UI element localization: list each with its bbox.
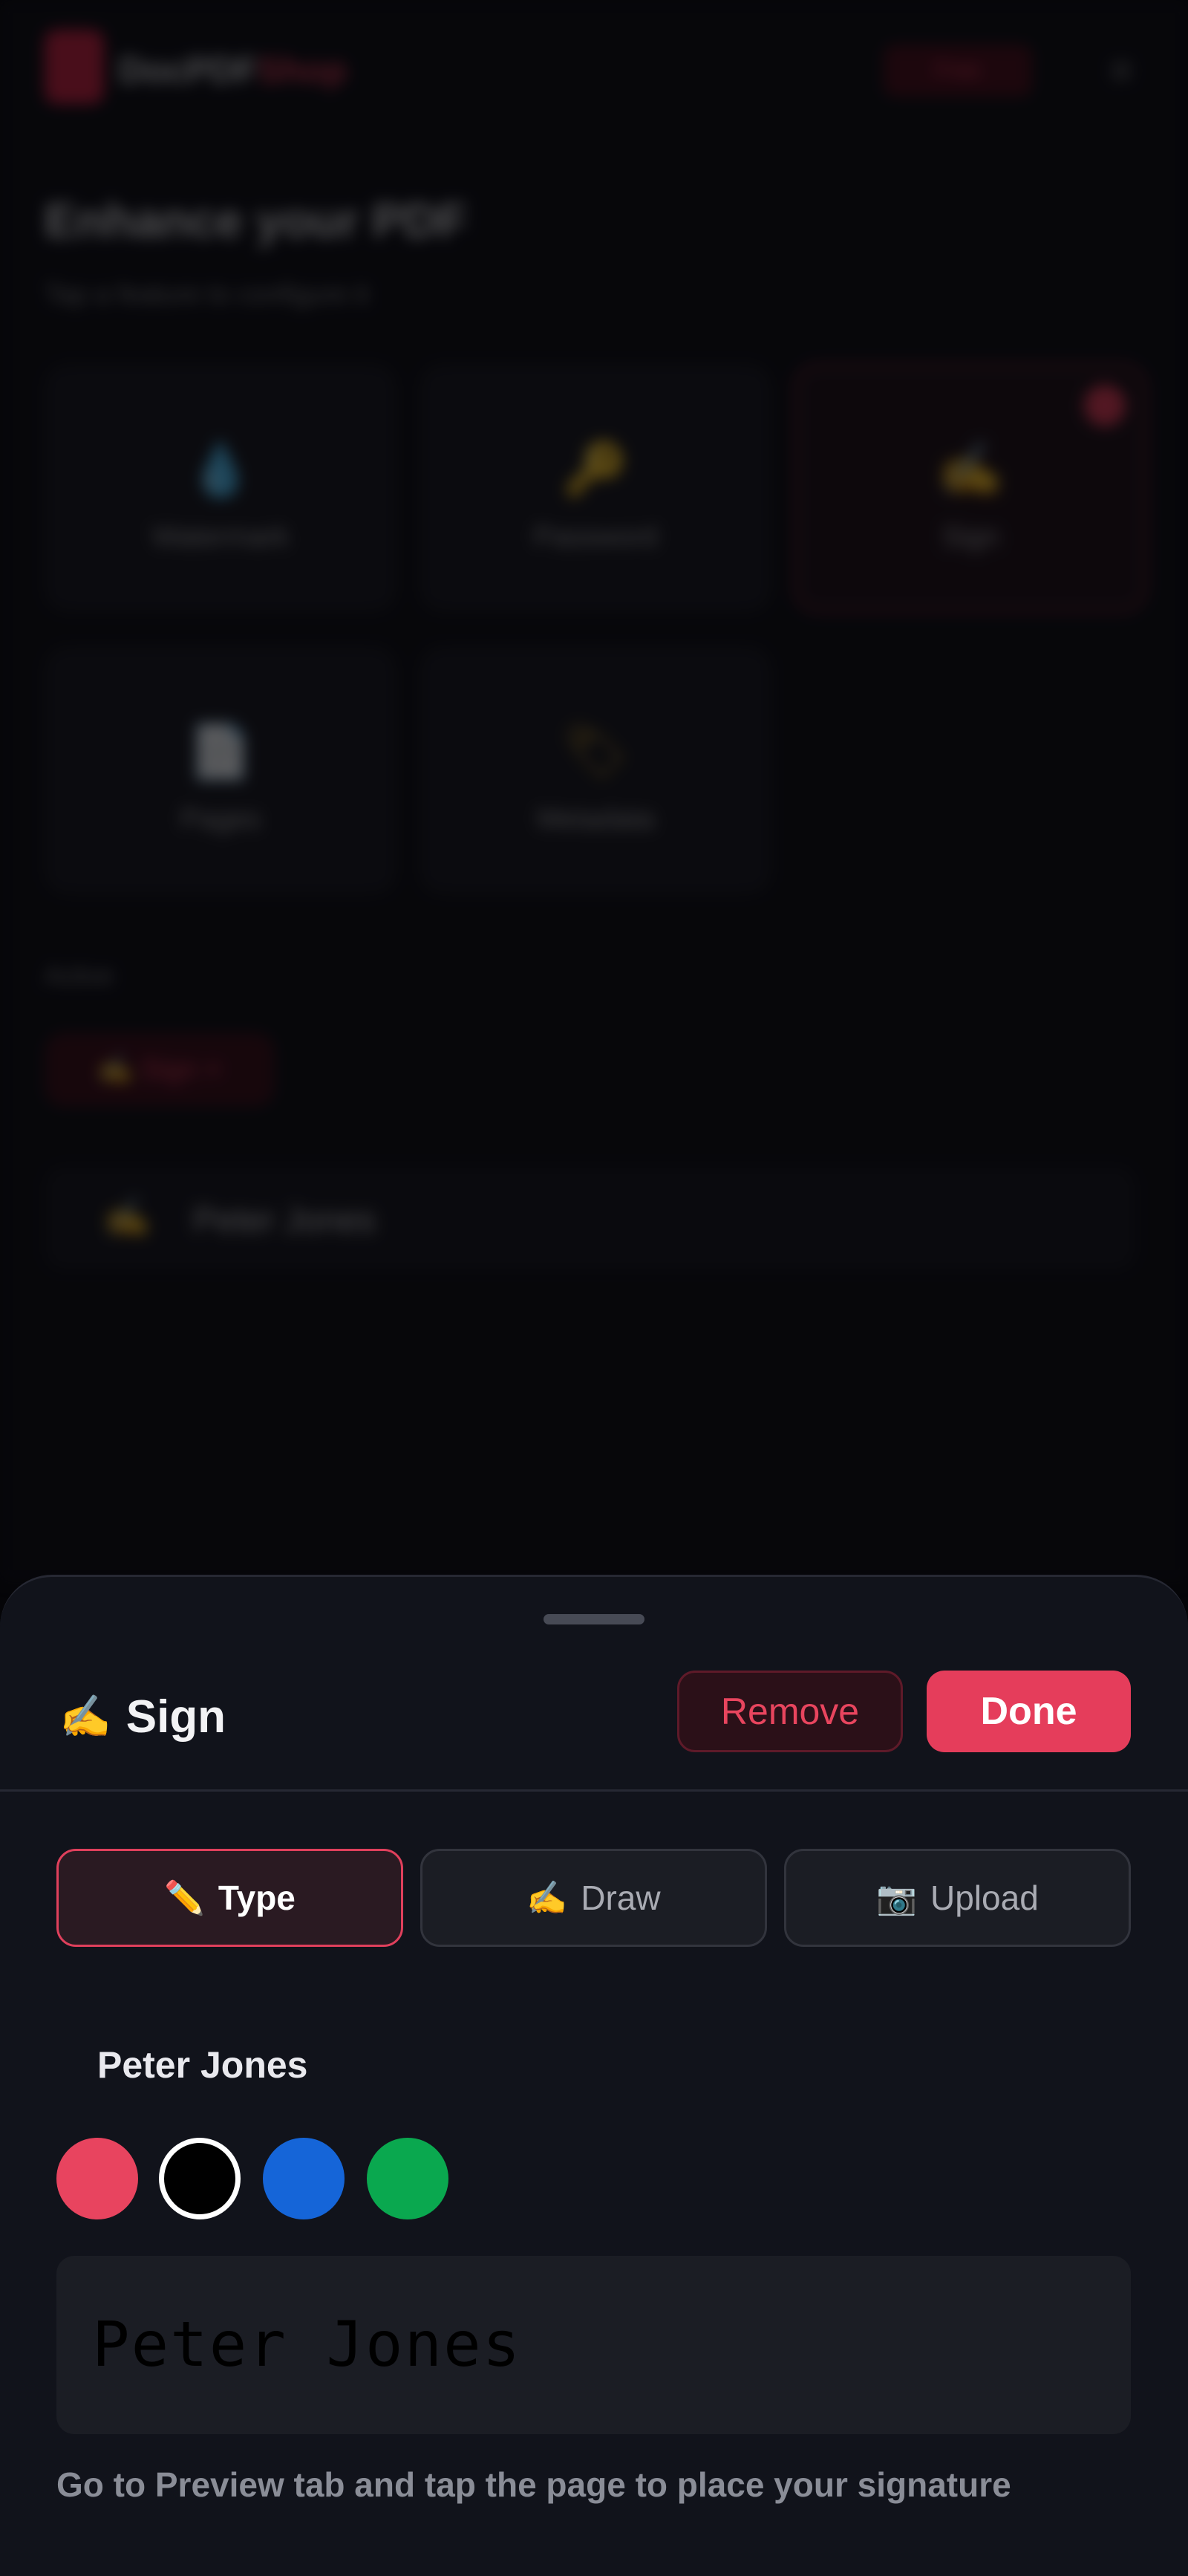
feature-card-label: Password xyxy=(533,521,658,553)
brand-second: Shop xyxy=(257,51,347,91)
sheet-header: ✍️ Sign xyxy=(59,1687,226,1746)
divider xyxy=(0,1789,1188,1792)
tab-upload[interactable]: 📷 Upload xyxy=(784,1849,1131,1947)
tab-draw[interactable]: ✍️ Draw xyxy=(420,1849,767,1947)
color-swatch-black[interactable] xyxy=(159,2138,241,2219)
done-button[interactable]: Done xyxy=(927,1671,1131,1752)
sign-icon: ✍️ xyxy=(938,440,1003,498)
app-logo xyxy=(45,30,104,104)
signature-icon: ✍️ xyxy=(104,1197,151,1238)
app-header: DocPDFShop Free ≡ xyxy=(45,30,1143,104)
remove-button[interactable]: Remove xyxy=(677,1671,903,1752)
watermark-icon: 💧 xyxy=(188,440,253,498)
menu-icon: ≡ xyxy=(1109,48,1133,93)
page-subtitle: Tap a feature to configure it xyxy=(45,279,369,309)
color-swatch-blue[interactable] xyxy=(263,2138,345,2219)
check-badge-icon xyxy=(1084,385,1126,426)
color-swatch-red[interactable] xyxy=(56,2138,138,2219)
signature-mode-tabs: ✏️ Type ✍️ Draw 📷 Upload xyxy=(56,1849,1131,1947)
signature-row: ✍️ Peter Jones xyxy=(45,1166,1136,1270)
signature-preview: Peter Jones xyxy=(56,2256,1131,2434)
feature-card-password: 🔑 Password xyxy=(420,364,771,612)
feature-card-watermark: 💧 Watermark xyxy=(45,364,396,612)
tab-label: Upload xyxy=(930,1879,1039,1917)
pencil-icon: ✏️ xyxy=(164,1880,205,1916)
feature-card-metadata: 🏷 Metadata xyxy=(420,646,771,894)
active-feature-chip: ✍️ Sign × xyxy=(45,1032,275,1107)
color-swatch-green[interactable] xyxy=(367,2138,448,2219)
camera-icon: 📷 xyxy=(876,1880,917,1916)
header-pill: Free xyxy=(884,45,1032,97)
sheet-title: Sign xyxy=(125,1691,226,1743)
feature-card-label: Pages xyxy=(180,804,261,835)
tab-label: Type xyxy=(218,1879,296,1917)
brand-first: DocPDF xyxy=(119,51,258,91)
page-icon: 📄 xyxy=(188,723,253,781)
signature-name-input[interactable] xyxy=(56,2020,1131,2110)
writing-hand-icon: ✍️ xyxy=(526,1880,568,1916)
feature-card-label: Metadata xyxy=(536,804,655,835)
app-brand: DocPDFShop xyxy=(119,51,347,91)
tab-label: Draw xyxy=(581,1879,661,1917)
signature-row-text: Peter Jones xyxy=(193,1200,376,1239)
background-app: DocPDFShop Free ≡ Enhance your PDF Tap a… xyxy=(0,0,1188,1582)
feature-card-sign: ✍️ Sign xyxy=(794,364,1146,612)
sheet-drag-handle[interactable] xyxy=(544,1614,644,1624)
feature-card-pages: 📄 Pages xyxy=(45,646,396,894)
placement-hint: Go to Preview tab and tap the page to pl… xyxy=(56,2465,1011,2504)
tab-type[interactable]: ✏️ Type xyxy=(56,1849,403,1947)
page-title: Enhance your PDF xyxy=(45,194,467,247)
key-icon: 🔑 xyxy=(563,440,628,498)
feature-card-label: Watermark xyxy=(151,521,290,553)
signature-preview-text: Peter Jones xyxy=(92,2308,522,2381)
feature-card-label: Sign xyxy=(941,521,999,553)
writing-hand-icon: ✍️ xyxy=(59,1693,111,1740)
section-label: Active xyxy=(45,962,114,990)
tag-icon: 🏷 xyxy=(562,723,629,781)
